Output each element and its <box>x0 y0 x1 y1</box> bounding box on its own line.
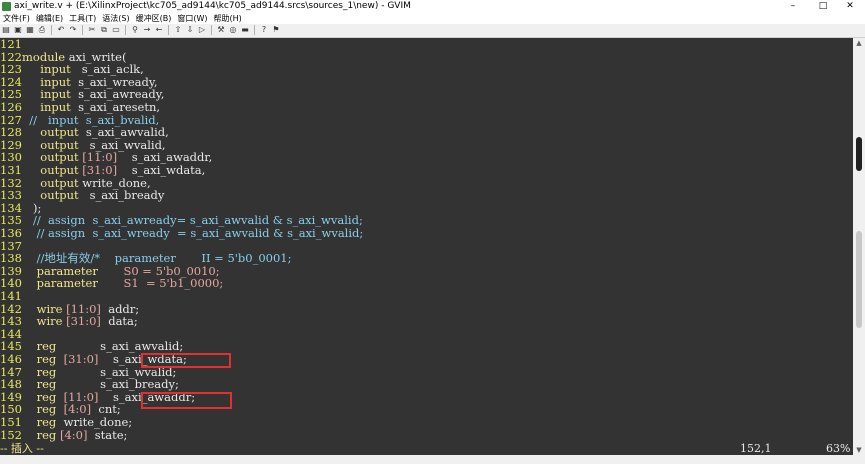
bottom-border <box>0 455 865 464</box>
copy-icon[interactable]: ⧉ <box>99 25 109 35</box>
scroll-down-arrow-icon[interactable]: ▼ <box>853 445 865 455</box>
save-session-icon[interactable]: ⇩ <box>185 25 195 35</box>
print-icon[interactable]: ⎙ <box>37 25 47 35</box>
highlight-box-wdata <box>141 353 231 368</box>
line-number: 131 <box>0 163 22 177</box>
code-token: S1 = 5'b1_0000; <box>123 276 224 291</box>
menu-help[interactable]: 帮助(H) <box>211 13 245 24</box>
menu-edit[interactable]: 编辑(E) <box>33 13 66 24</box>
code-token: s_axi_bready <box>78 188 165 203</box>
scroll-percent: 63% <box>826 442 851 455</box>
open-icon[interactable]: ▤ <box>1 25 11 35</box>
toolbar-separator <box>254 25 255 35</box>
line-number: 151 <box>0 415 22 429</box>
line-number: 146 <box>0 352 22 366</box>
help-icon[interactable]: ? <box>259 25 269 35</box>
run-script-icon[interactable]: ▷ <box>197 25 207 35</box>
toolbar-separator <box>82 25 83 35</box>
jump-tag-icon[interactable]: ▬ <box>240 25 250 35</box>
line-number: 121 <box>0 37 22 51</box>
redo-icon[interactable]: ↷ <box>68 25 78 35</box>
code-line[interactable]: 141 <box>0 290 22 303</box>
toolbar: ▤ ▣ ▦ ⎙ ↶ ↷ ✂ ⧉ ▭ ⚲ → ← ⇧ ⇩ ▷ ⚒ ◎ ▬? ⚑ <box>0 24 865 38</box>
line-number: 136 <box>0 226 22 240</box>
code-line[interactable]: 140 parameter S1 = 5'b1_0000; <box>0 277 223 290</box>
line-number: 148 <box>0 377 22 392</box>
code-token: data; <box>100 314 138 329</box>
code-token: state; <box>87 427 128 442</box>
toolbar-separator <box>51 25 52 35</box>
toolbar-separator <box>125 25 126 35</box>
close-button[interactable]: ✕ <box>835 0 865 13</box>
save-icon[interactable]: ▣ <box>13 25 23 35</box>
line-number: 123 <box>0 62 22 77</box>
find-prev-icon[interactable]: ← <box>154 25 164 35</box>
code-editor[interactable]: 121 122module axi_write(123 input s_axi_a… <box>0 38 853 443</box>
minimize-button[interactable]: – <box>778 0 808 13</box>
find-replace-icon[interactable]: ⚲ <box>130 25 140 35</box>
scrollbar-mark <box>856 137 862 171</box>
menu-bar: 文件(F) 编辑(E) 工具(T) 语法(S) 缓冲区(B) 窗口(W) 帮助(H) <box>0 13 865 24</box>
line-number: 133 <box>0 188 22 203</box>
make-icon[interactable]: ⚒ <box>216 25 226 35</box>
status-line: -- 插入 -- 152,1 63% <box>0 443 853 455</box>
code-token: [31:0] <box>62 314 101 329</box>
menu-file[interactable]: 文件(F) <box>0 13 33 24</box>
code-token: wire <box>36 314 63 329</box>
cursor-position: 152,1 <box>740 442 772 455</box>
line-number: 141 <box>0 289 22 303</box>
line-number: 126 <box>0 100 22 114</box>
code-token: parameter <box>36 276 98 291</box>
scroll-up-arrow-icon[interactable]: ▲ <box>853 38 865 48</box>
toolbar-separator <box>168 25 169 35</box>
gvim-app-icon <box>2 2 11 11</box>
cut-icon[interactable]: ✂ <box>87 25 97 35</box>
code-token: reg <box>36 427 57 442</box>
code-token: // assign s_axi_wready = s_axi_awvalid &… <box>22 226 364 240</box>
window-title: axi_write.v + (E:\XilinxProject\kc705_ad… <box>14 1 411 11</box>
code-token: [4:0] <box>56 427 88 442</box>
code-line[interactable]: 136 // assign s_axi_wready = s_axi_awval… <box>0 227 363 240</box>
maximize-button[interactable]: □ <box>808 0 838 13</box>
menu-syntax[interactable]: 语法(S) <box>99 13 132 24</box>
line-number: 143 <box>0 314 22 329</box>
code-line[interactable]: 143 wire [31:0] data; <box>0 315 138 328</box>
menu-buffers[interactable]: 缓冲区(B) <box>133 13 175 24</box>
save-all-icon[interactable]: ▦ <box>25 25 35 35</box>
line-number: 138 <box>0 251 22 266</box>
menu-tools[interactable]: 工具(T) <box>66 13 99 24</box>
code-token: output <box>40 188 79 203</box>
line-number: 128 <box>0 125 22 140</box>
scrollbar-thumb[interactable] <box>856 231 862 328</box>
vertical-scrollbar[interactable]: ▲ ▼ <box>853 38 865 455</box>
run-ctags-icon[interactable]: ◎ <box>228 25 238 35</box>
mode-indicator: -- 插入 -- <box>0 442 44 455</box>
paste-icon[interactable]: ▭ <box>111 25 121 35</box>
find-next-icon[interactable]: → <box>142 25 152 35</box>
load-session-icon[interactable]: ⇧ <box>173 25 183 35</box>
code-line[interactable]: 152 reg [4:0] state; <box>0 427 128 442</box>
find-help-icon[interactable]: ⚑ <box>271 25 281 35</box>
code-line[interactable]: 121 <box>0 38 22 51</box>
highlight-box-awaddr <box>141 392 232 409</box>
title-bar: axi_write.v + (E:\XilinxProject\kc705_ad… <box>0 0 865 13</box>
undo-icon[interactable]: ↶ <box>56 25 66 35</box>
toolbar-separator <box>211 25 212 35</box>
line-number: 152 <box>0 427 22 442</box>
menu-window[interactable]: 窗口(W) <box>174 13 210 24</box>
